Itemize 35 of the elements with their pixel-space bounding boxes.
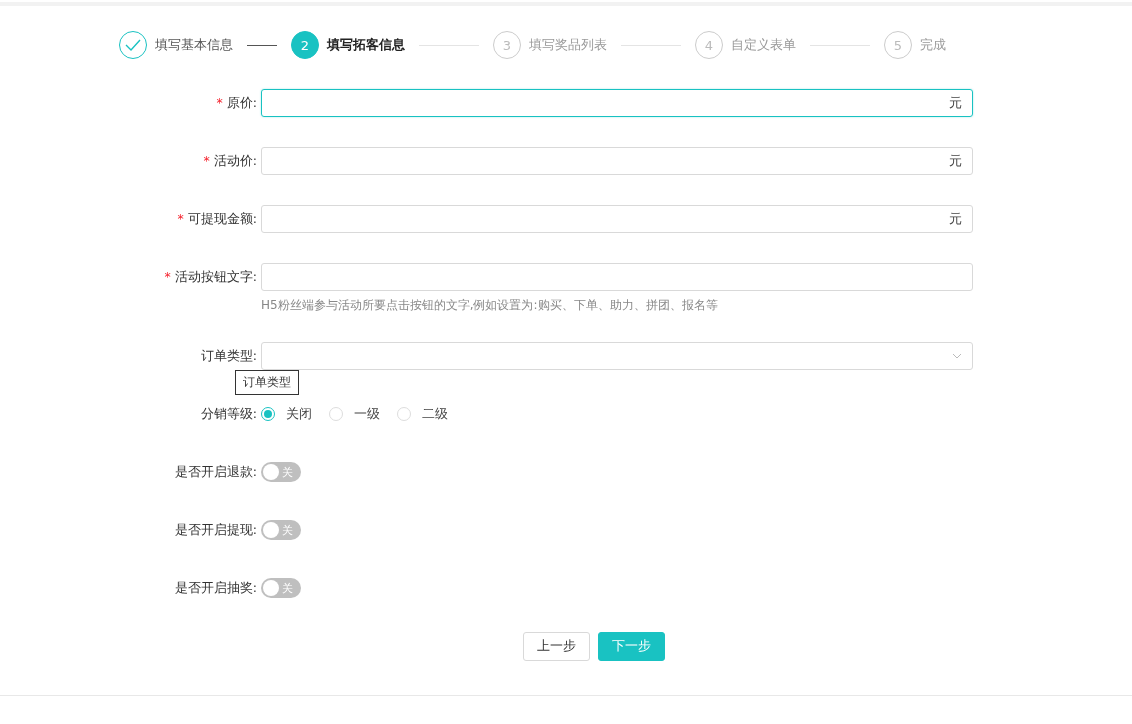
field-label: 订单类型: — [200, 348, 257, 363]
text-input[interactable] — [261, 263, 973, 291]
field-label: 是否开启抽奖: — [174, 580, 257, 595]
unit-suffix: 元 — [949, 94, 962, 112]
field-label: 是否开启退款: — [174, 464, 257, 479]
step-circle: 2 — [291, 31, 319, 59]
checkmark-icon — [125, 39, 141, 51]
unit-suffix: 元 — [949, 152, 962, 170]
field-label: 活动按钮文字: — [174, 269, 257, 284]
radio-option[interactable]: 关闭 — [261, 405, 312, 423]
step-title: 完成 — [920, 36, 946, 54]
required-mark: * — [177, 211, 184, 226]
field-label: 活动价: — [213, 153, 257, 168]
back-button[interactable]: 上一步 — [523, 632, 590, 661]
step-title: 填写拓客信息 — [327, 36, 405, 54]
chevron-down-icon — [952, 353, 962, 359]
radio-option[interactable]: 一级 — [329, 405, 380, 423]
text-input[interactable]: 元 — [261, 205, 973, 233]
select-field[interactable] — [261, 342, 973, 370]
radio-option[interactable]: 二级 — [397, 405, 448, 423]
text-input[interactable]: 元 — [261, 147, 973, 175]
tooltip: 订单类型 — [235, 370, 299, 395]
text-input[interactable]: 元 — [261, 89, 973, 117]
field-label: 是否开启提现: — [174, 522, 257, 537]
step-title: 自定义表单 — [731, 36, 796, 54]
field-label: 原价: — [226, 95, 257, 110]
step-title: 填写基本信息 — [155, 36, 233, 54]
field-label: 分销等级: — [200, 406, 257, 421]
required-mark: * — [203, 153, 210, 168]
step-title: 填写奖品列表 — [529, 36, 607, 54]
required-mark: * — [164, 269, 171, 284]
unit-suffix: 元 — [949, 210, 962, 228]
required-mark: * — [216, 95, 223, 110]
field-label: 可提现金额: — [187, 211, 257, 226]
field-hint: H5粉丝端参与活动所要点击按钮的文字,例如设置为:购买、下单、助力、拼团、报名等 — [261, 297, 719, 314]
